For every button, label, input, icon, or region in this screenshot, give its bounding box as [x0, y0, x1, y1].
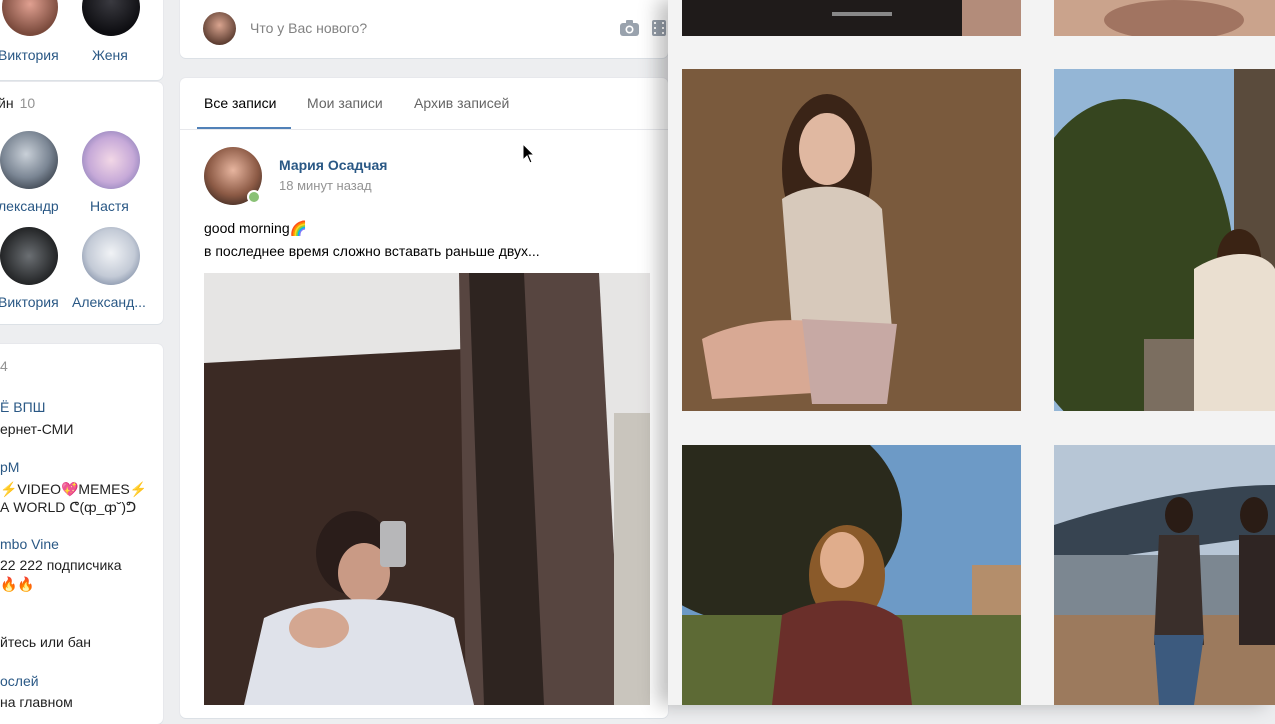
group-description[interactable]: йтесь или бан	[0, 634, 91, 650]
post-time[interactable]: 18 минут назад	[279, 178, 372, 193]
mouse-cursor-icon	[522, 142, 536, 165]
groups-count[interactable]: 4	[0, 358, 8, 374]
online-friend-name[interactable]: Настя	[90, 198, 129, 214]
group-name[interactable]: Ё ВПШ	[0, 399, 45, 415]
grid-photo[interactable]	[682, 0, 1021, 36]
group-description: 🔥🔥	[0, 576, 35, 592]
grid-photo[interactable]	[1054, 445, 1275, 705]
active-tab-indicator	[197, 127, 291, 129]
group-description: ернет-СМИ	[0, 421, 74, 437]
composer-input[interactable]: Что у Вас нового?	[250, 20, 367, 36]
film-icon[interactable]	[651, 19, 667, 37]
grid-photo[interactable]	[682, 445, 1021, 705]
online-friend-avatar[interactable]	[0, 131, 58, 189]
grid-photo[interactable]	[1054, 69, 1275, 411]
group-name[interactable]: рМ	[0, 459, 19, 475]
group-description: на главном	[0, 694, 73, 710]
tab-my-posts[interactable]: Мои записи	[307, 95, 383, 111]
online-friend-name[interactable]: Виктория	[0, 294, 59, 310]
online-friends-title[interactable]: йн 10	[0, 95, 35, 111]
composer-avatar[interactable]	[203, 12, 236, 45]
online-friend-name[interactable]: лександр	[0, 198, 59, 214]
tab-archive[interactable]: Архив записей	[414, 95, 509, 111]
grid-photo[interactable]	[1054, 0, 1275, 36]
tabs-divider	[180, 129, 668, 130]
group-description: ⚡VIDEO💖MEMES⚡	[0, 481, 148, 497]
group-description: А WORLD ᕦ(ȹ_ȹ˘)ᕤ	[0, 499, 137, 515]
left-sidebar: Виктория Женя йн 10 лександр Настя Виктор…	[0, 0, 170, 724]
camera-icon[interactable]	[619, 19, 640, 37]
grid-photo[interactable]	[682, 69, 1021, 411]
online-count: 10	[19, 95, 36, 111]
photo-grid-panel	[668, 0, 1275, 705]
post-text-line: good morning🌈	[204, 220, 308, 236]
friend-name[interactable]: Женя	[92, 47, 128, 63]
online-friend-avatar[interactable]	[82, 227, 140, 285]
post-author-name[interactable]: Мария Осадчая	[279, 157, 387, 173]
online-status-dot	[247, 190, 261, 204]
group-description: 22 222 подписчика	[0, 557, 122, 573]
tab-all-posts[interactable]: Все записи	[204, 95, 276, 111]
online-friend-avatar[interactable]	[0, 227, 58, 285]
online-friend-avatar[interactable]	[82, 131, 140, 189]
online-friend-name[interactable]: Александ...	[72, 294, 146, 310]
group-name[interactable]: ослей	[0, 673, 39, 689]
group-name[interactable]: mbo Vine	[0, 536, 59, 552]
post-photo[interactable]	[204, 273, 650, 705]
friend-name[interactable]: Виктория	[0, 47, 59, 63]
post-text-line: в последнее время сложно вставать раньше…	[204, 243, 540, 259]
